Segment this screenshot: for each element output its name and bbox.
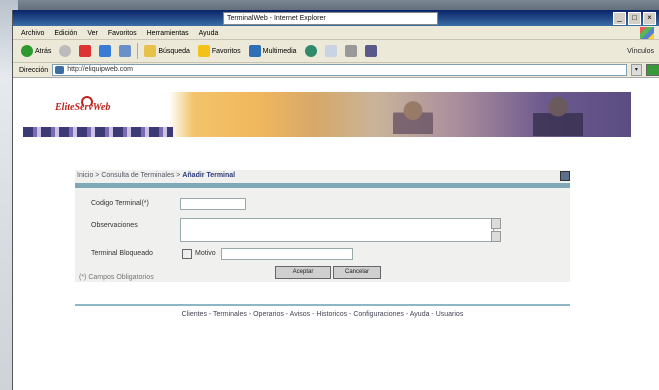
panel-divider xyxy=(75,183,570,188)
menu-help[interactable]: Ayuda xyxy=(199,30,219,37)
cancel-button[interactable]: Cancelar xyxy=(333,266,381,279)
maximize-button[interactable]: □ xyxy=(628,12,641,25)
site-banner: EliteServWeb xyxy=(23,92,631,137)
windows-logo-icon xyxy=(640,27,654,39)
motive-label: Motivo xyxy=(195,250,216,257)
title-bar: TerminalWeb - Internet Explorer _ □ × xyxy=(13,10,659,26)
favorites-label: Favoritos xyxy=(211,47,241,55)
multimedia-button[interactable]: Multimedia xyxy=(247,43,299,59)
search-icon xyxy=(144,45,157,57)
notes-label: Observaciones xyxy=(91,222,138,229)
go-button[interactable] xyxy=(646,64,659,76)
stop-button[interactable] xyxy=(77,43,93,59)
history-icon xyxy=(304,45,317,57)
scroll-down-button[interactable] xyxy=(491,231,501,242)
code-input[interactable] xyxy=(180,198,246,210)
address-label: Dirección xyxy=(19,66,49,74)
page-content: EliteServWeb Inicio > Consulta de Termin… xyxy=(13,78,659,390)
address-url: http://eliquipweb.com xyxy=(67,66,133,73)
window-controls: _ □ × xyxy=(613,12,656,25)
stop-icon xyxy=(79,45,92,57)
menu-file[interactable]: Archivo xyxy=(21,30,44,37)
back-arrow-icon xyxy=(21,45,33,57)
history-button[interactable] xyxy=(303,43,319,59)
home-button[interactable] xyxy=(117,43,133,59)
menu-favorites[interactable]: Favoritos xyxy=(108,30,137,37)
banner-photo xyxy=(533,94,583,136)
blocked-label: Terminal Bloqueado xyxy=(91,250,153,257)
search-label: Búsqueda xyxy=(158,47,190,55)
menu-bar: Archivo Edición Ver Favoritos Herramient… xyxy=(13,27,659,40)
print-button[interactable] xyxy=(343,43,359,59)
toolbar-separator xyxy=(137,43,139,59)
back-label: Atrás xyxy=(35,47,52,55)
banner-photo xyxy=(393,98,433,134)
site-logo: EliteServWeb xyxy=(55,102,111,113)
minimize-button[interactable]: _ xyxy=(613,12,626,25)
menu-edit[interactable]: Edición xyxy=(54,30,77,37)
address-bar: Dirección http://eliquipweb.com ▾ xyxy=(13,63,659,78)
mail-icon xyxy=(324,45,337,57)
forward-arrow-icon xyxy=(59,45,72,57)
form-panel: Inicio > Consulta de Terminales > Añadir… xyxy=(75,170,570,282)
breadcrumb: Inicio > Consulta de Terminales > Añadir… xyxy=(75,170,572,182)
footer-nav[interactable]: Clientes - Terminales - Operarios - Avis… xyxy=(75,311,570,318)
menu-view[interactable]: Ver xyxy=(87,30,98,37)
ie-page-icon xyxy=(55,66,65,74)
banner-stripe xyxy=(23,127,173,137)
back-button[interactable]: Atrás xyxy=(19,43,53,59)
window-title: TerminalWeb - Internet Explorer xyxy=(223,12,438,25)
forward-button[interactable] xyxy=(57,43,73,59)
edit-button[interactable] xyxy=(363,43,379,59)
breadcrumb-section[interactable]: Consulta de Terminales xyxy=(101,172,174,179)
edit-icon xyxy=(364,45,377,57)
code-label: Codigo Terminal(*) xyxy=(91,200,149,207)
star-icon xyxy=(197,45,210,57)
close-button[interactable]: × xyxy=(643,12,656,25)
motive-input[interactable] xyxy=(221,248,353,260)
favorites-button[interactable]: Favoritos xyxy=(196,43,243,59)
accept-button[interactable]: Aceptar xyxy=(275,266,331,279)
browser-window: TerminalWeb - Internet Explorer _ □ × Ar… xyxy=(12,10,659,390)
required-fields-note: (*) Campos Obligatorios xyxy=(79,274,154,281)
mail-button[interactable] xyxy=(323,43,339,59)
breadcrumb-current: Añadir Terminal xyxy=(182,172,236,179)
print-icon xyxy=(344,45,357,57)
search-button[interactable]: Búsqueda xyxy=(142,43,192,59)
notes-textarea[interactable] xyxy=(180,218,494,242)
toolbar: Atrás Búsqueda Favoritos Multimedia Vínc… xyxy=(13,40,659,63)
panel-collapse-button[interactable] xyxy=(560,171,570,181)
address-dropdown-button[interactable]: ▾ xyxy=(630,64,643,76)
home-icon xyxy=(119,45,132,57)
links-label[interactable]: Vínculos xyxy=(627,48,654,55)
footer-divider xyxy=(75,304,570,306)
refresh-button[interactable] xyxy=(97,43,113,59)
breadcrumb-home[interactable]: Inicio xyxy=(77,172,93,179)
multimedia-icon xyxy=(248,45,261,57)
menu-tools[interactable]: Herramientas xyxy=(147,30,189,37)
multimedia-label: Multimedia xyxy=(262,47,297,55)
scroll-up-button[interactable] xyxy=(491,218,501,229)
refresh-icon xyxy=(99,45,112,57)
blocked-checkbox[interactable] xyxy=(182,249,192,259)
address-input[interactable]: http://eliquipweb.com xyxy=(52,64,627,76)
